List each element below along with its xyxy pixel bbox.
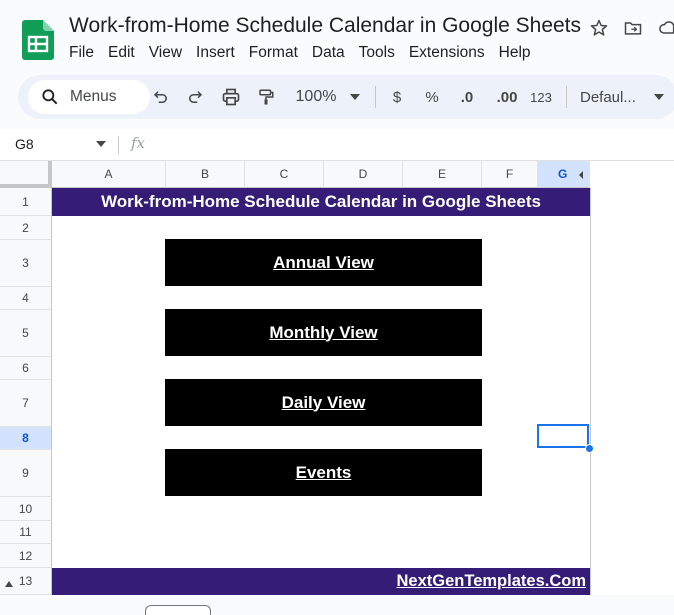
search-icon bbox=[42, 89, 58, 105]
row-header-9[interactable]: 9 bbox=[0, 450, 52, 497]
menu-insert[interactable]: Insert bbox=[189, 44, 242, 62]
toolbar: Menus 100% $ % .0 .00 123 Defaul... bbox=[18, 75, 674, 119]
fx-icon: fx bbox=[131, 134, 146, 152]
column-header-b[interactable]: B bbox=[166, 161, 245, 188]
column-header-d[interactable]: D bbox=[324, 161, 403, 188]
search-menus-label: Menus bbox=[70, 88, 117, 105]
menu-file[interactable]: File bbox=[62, 44, 101, 62]
redo-icon[interactable] bbox=[184, 86, 206, 108]
search-menus-input[interactable]: Menus bbox=[28, 80, 150, 114]
formula-bar: G8 fx bbox=[0, 129, 674, 161]
menu-view[interactable]: View bbox=[142, 44, 189, 62]
menu-format[interactable]: Format bbox=[242, 44, 305, 62]
column-header-g[interactable]: G bbox=[538, 161, 590, 188]
annual-view-button[interactable]: Annual View bbox=[165, 239, 482, 286]
sheet-right-edge bbox=[590, 188, 591, 595]
row-header-4[interactable]: 4 bbox=[0, 287, 52, 310]
toolbar-divider bbox=[375, 86, 376, 108]
sheet-tab-bar bbox=[0, 595, 674, 615]
row-header-2[interactable]: 2 bbox=[0, 216, 52, 240]
menu-help[interactable]: Help bbox=[492, 44, 538, 62]
selected-cell-g8[interactable] bbox=[537, 424, 589, 448]
font-select[interactable]: Defaul... bbox=[580, 86, 646, 108]
currency-format-button[interactable]: $ bbox=[388, 86, 406, 108]
more-formats-button[interactable]: 123 bbox=[527, 86, 555, 108]
document-title[interactable]: Work-from-Home Schedule Calendar in Goog… bbox=[69, 14, 581, 38]
fill-handle[interactable] bbox=[585, 444, 594, 453]
scroll-left-arrow-icon[interactable] bbox=[579, 171, 583, 179]
row-header-7[interactable]: 7 bbox=[0, 380, 52, 427]
google-sheets-logo[interactable] bbox=[22, 20, 54, 60]
scroll-up-arrow-icon[interactable] bbox=[5, 581, 13, 587]
toolbar-divider bbox=[566, 86, 567, 108]
row-header-3[interactable]: 3 bbox=[0, 240, 52, 287]
menu-bar: File Edit View Insert Format Data Tools … bbox=[62, 44, 538, 62]
monthly-view-button[interactable]: Monthly View bbox=[165, 309, 482, 356]
name-box-caret-icon[interactable] bbox=[96, 141, 106, 147]
select-all-corner[interactable] bbox=[0, 161, 52, 188]
star-icon[interactable] bbox=[588, 17, 610, 39]
menu-data[interactable]: Data bbox=[305, 44, 352, 62]
formula-divider bbox=[118, 136, 119, 154]
zoom-caret-icon[interactable] bbox=[348, 86, 362, 108]
sheet-title-banner[interactable]: Work-from-Home Schedule Calendar in Goog… bbox=[52, 188, 590, 216]
row-header-1[interactable]: 1 bbox=[0, 188, 52, 216]
row-header-12[interactable]: 12 bbox=[0, 544, 52, 568]
row-header-8[interactable]: 8 bbox=[0, 427, 52, 450]
column-header-a[interactable]: A bbox=[52, 161, 166, 188]
print-icon[interactable] bbox=[219, 86, 243, 108]
menu-extensions[interactable]: Extensions bbox=[402, 44, 492, 62]
name-box[interactable]: G8 bbox=[15, 136, 34, 152]
undo-icon[interactable] bbox=[150, 86, 172, 108]
row-header-13-label: 13 bbox=[18, 574, 33, 588]
font-caret-icon[interactable] bbox=[652, 86, 666, 108]
column-header-c[interactable]: C bbox=[245, 161, 324, 188]
spreadsheet-grid[interactable]: A B C D E F G 1 2 3 4 5 6 7 8 9 10 11 12… bbox=[0, 161, 674, 595]
row-header-5[interactable]: 5 bbox=[0, 310, 52, 357]
row-header-11[interactable]: 11 bbox=[0, 521, 52, 544]
sheet-tab[interactable] bbox=[145, 605, 211, 615]
column-header-f[interactable]: F bbox=[482, 161, 538, 188]
row-header-6[interactable]: 6 bbox=[0, 357, 52, 380]
paint-format-icon[interactable] bbox=[255, 86, 277, 108]
footer-link[interactable]: NextGenTemplates.Com bbox=[52, 568, 590, 595]
increase-decimal-button[interactable]: .00 bbox=[492, 86, 522, 108]
daily-view-button[interactable]: Daily View bbox=[165, 379, 482, 426]
menu-tools[interactable]: Tools bbox=[352, 44, 402, 62]
cloud-status-icon[interactable] bbox=[656, 17, 674, 39]
events-button[interactable]: Events bbox=[165, 449, 482, 496]
column-header-g-label: G bbox=[558, 167, 568, 181]
percent-format-button[interactable]: % bbox=[422, 86, 442, 108]
zoom-select[interactable]: 100% bbox=[292, 86, 340, 108]
menu-edit[interactable]: Edit bbox=[101, 44, 142, 62]
move-to-folder-icon[interactable] bbox=[622, 17, 644, 39]
column-header-e[interactable]: E bbox=[403, 161, 482, 188]
decrease-decimal-button[interactable]: .0 bbox=[454, 86, 480, 108]
row-header-10[interactable]: 10 bbox=[0, 497, 52, 521]
